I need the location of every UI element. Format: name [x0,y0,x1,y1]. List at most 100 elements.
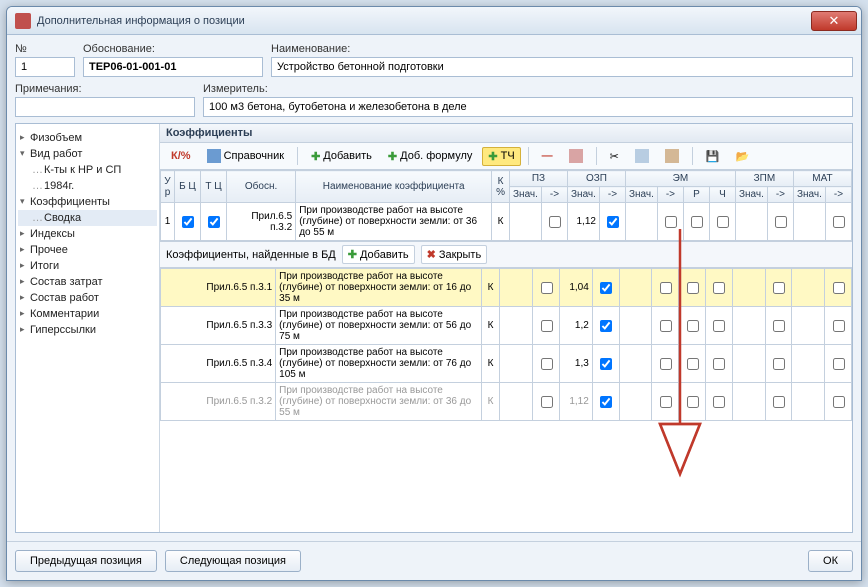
grid-checkbox[interactable] [687,396,699,408]
grid-checkbox[interactable] [687,358,699,370]
grid-checkbox[interactable] [833,396,845,408]
eraser-icon [569,149,583,163]
grid-checkbox[interactable] [660,282,672,294]
found-grid[interactable]: Прил.6.5 п.3.1При производстве работ на … [160,268,852,532]
nav-tree[interactable]: ФизобъемВид работК-ты к НР и СП1984г.Коэ… [16,124,160,532]
book-icon [207,149,221,163]
grid-checkbox[interactable] [549,216,561,228]
grid-checkbox[interactable] [833,320,845,332]
tch-button[interactable]: ✚ТЧ [482,147,520,166]
copy-button[interactable] [629,146,655,166]
plus-icon: ✚ [348,248,357,261]
grid-checkbox[interactable] [182,216,194,228]
titlebar: Дополнительная информация о позиции ✕ [7,7,861,35]
grid-checkbox[interactable] [713,320,725,332]
grid-checkbox[interactable] [691,216,703,228]
tree-node[interactable]: Гиперссылки [18,322,157,338]
grid-checkbox[interactable] [660,358,672,370]
table-row[interactable]: Прил.6.5 п.3.4При производстве работ на … [161,345,852,383]
close-button[interactable]: ✕ [811,11,857,31]
grid-checkbox[interactable] [717,216,729,228]
grid-checkbox[interactable] [607,216,619,228]
grid-checkbox[interactable] [713,358,725,370]
grid-checkbox[interactable] [208,216,220,228]
grid-checkbox[interactable] [773,282,785,294]
grid-checkbox[interactable] [833,282,845,294]
save-button[interactable]: 💾 [700,147,726,166]
add-formula-button[interactable]: ✚Доб. формулу [382,147,478,166]
tree-node[interactable]: Коэффициенты [18,194,157,210]
app-icon [15,13,31,29]
tree-node[interactable]: Итоги [18,258,157,274]
found-add-button[interactable]: ✚Добавить [342,245,415,264]
coef-grid[interactable]: У рБ ЦТ Ц Обосн.Наименование коэффициент… [160,170,852,241]
erase-button[interactable] [563,146,589,166]
ok-button[interactable]: ОК [808,550,853,572]
grid-checkbox[interactable] [687,282,699,294]
table-row[interactable]: 1 Прил.6.5 п.3.2При производстве работ н… [161,203,852,241]
grid-checkbox[interactable] [713,282,725,294]
naim-label: Наименование: [271,43,853,55]
table-row[interactable]: Прил.6.5 п.3.3При производстве работ на … [161,307,852,345]
grid-checkbox[interactable] [541,282,553,294]
grid-checkbox[interactable] [665,216,677,228]
grid-checkbox[interactable] [600,282,612,294]
grid-checkbox[interactable] [713,396,725,408]
osn-label: Обоснование: [83,43,263,55]
grid-checkbox[interactable] [773,358,785,370]
content: № Обоснование: Наименование: Примечания:… [7,35,861,541]
tree-node[interactable]: Прочее [18,242,157,258]
tree-node[interactable]: Вид работ [18,146,157,162]
panel-header: Коэффициенты [160,124,852,143]
folder-icon: 📂 [736,150,750,163]
minus-icon: — [542,150,553,162]
table-row[interactable]: Прил.6.5 п.3.1При производстве работ на … [161,269,852,307]
grid-checkbox[interactable] [833,358,845,370]
tree-node[interactable]: Сводка [18,210,157,226]
paste-icon [665,149,679,163]
paste-button[interactable] [659,146,685,166]
grid-checkbox[interactable] [541,358,553,370]
grid-checkbox[interactable] [775,216,787,228]
tree-node[interactable]: Состав работ [18,290,157,306]
tree-node[interactable]: Состав затрат [18,274,157,290]
naim-field[interactable] [271,57,853,77]
grid-checkbox[interactable] [541,396,553,408]
disk-icon: 💾 [706,150,720,163]
tree-node[interactable]: Комментарии [18,306,157,322]
tree-node[interactable]: Индексы [18,226,157,242]
num-label: № [15,43,75,55]
tree-node[interactable]: К-ты к НР и СП [18,162,157,178]
ref-button[interactable]: Справочник [201,146,291,166]
grid-checkbox[interactable] [833,216,845,228]
found-close-button[interactable]: ✖Закрыть [421,245,488,264]
tree-node[interactable]: Физобъем [18,130,157,146]
window: Дополнительная информация о позиции ✕ № … [6,6,862,581]
add-button[interactable]: ✚Добавить [305,147,378,166]
next-button[interactable]: Следующая позиция [165,550,301,572]
grid-checkbox[interactable] [660,396,672,408]
open-button[interactable]: 📂 [730,147,756,166]
found-title: Коэффициенты, найденные в БД [166,249,336,261]
kpct-button[interactable]: К/% [165,147,197,165]
grid-checkbox[interactable] [773,396,785,408]
prev-button[interactable]: Предыдущая позиция [15,550,157,572]
grid-checkbox[interactable] [600,320,612,332]
grid-checkbox[interactable] [600,358,612,370]
grid-checkbox[interactable] [687,320,699,332]
izm-field[interactable] [203,97,853,117]
grid-checkbox[interactable] [600,396,612,408]
cut-button[interactable]: ✂ [604,147,625,166]
copy-icon [635,149,649,163]
num-field[interactable] [15,57,75,77]
osn-field[interactable] [83,57,263,77]
grid-checkbox[interactable] [660,320,672,332]
tree-node[interactable]: 1984г. [18,178,157,194]
grid-checkbox[interactable] [541,320,553,332]
delete-button[interactable]: — [536,147,559,165]
grid-checkbox[interactable] [773,320,785,332]
plus-icon: ✚ [388,150,397,163]
plus-icon: ✚ [488,150,497,163]
table-row[interactable]: Прил.6.5 п.3.2При производстве работ на … [161,383,852,421]
prim-field[interactable] [15,97,195,117]
